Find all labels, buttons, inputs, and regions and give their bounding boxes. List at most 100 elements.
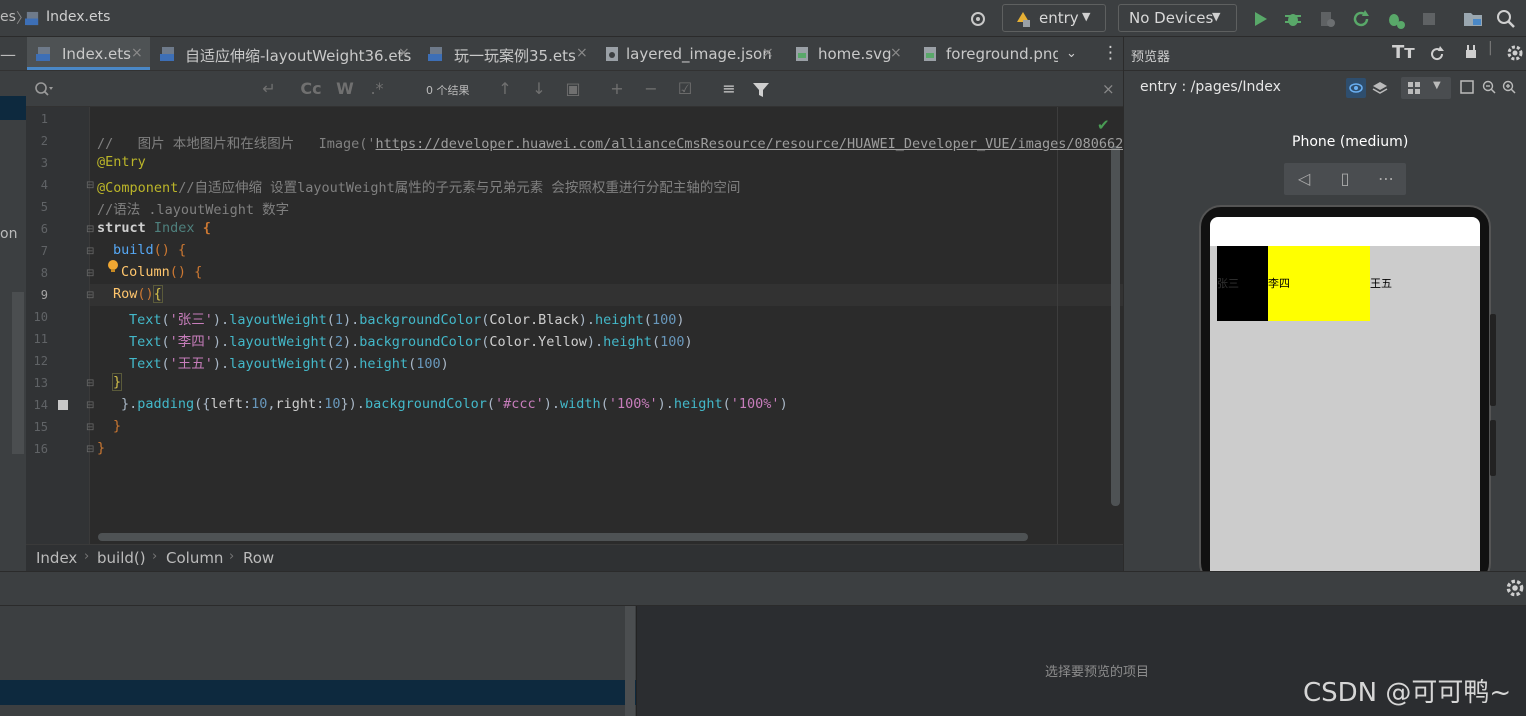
find-input[interactable] bbox=[30, 76, 292, 102]
json-file-icon bbox=[606, 47, 618, 61]
code-line-14: }.padding({left:10,right:10}).background… bbox=[121, 396, 788, 412]
tab-case35[interactable]: 玩一玩案例35.ets × bbox=[428, 37, 590, 71]
profile-icon[interactable] bbox=[1384, 8, 1406, 30]
breadcrumb-item-column[interactable]: Column bbox=[166, 549, 223, 567]
fit-screen-icon[interactable] bbox=[1460, 80, 1474, 94]
watermark: CSDN @可可鸭~ bbox=[1303, 678, 1512, 708]
gear-icon[interactable] bbox=[1506, 44, 1524, 62]
next-occurrence-icon[interactable]: ↓ bbox=[528, 78, 550, 100]
project-selected-row[interactable] bbox=[0, 96, 26, 120]
tab-foreground-png[interactable]: foreground.png bbox=[922, 37, 1058, 71]
find-results-count: 0 个结果 bbox=[426, 84, 470, 97]
tab-label: foreground.png bbox=[946, 45, 1058, 63]
filter-icon[interactable] bbox=[752, 81, 770, 99]
debug-icon[interactable] bbox=[1282, 8, 1304, 30]
close-icon[interactable]: × bbox=[1102, 80, 1115, 98]
previous-occurrence-icon[interactable]: ↑ bbox=[494, 78, 516, 100]
run-icon[interactable] bbox=[1249, 8, 1271, 30]
close-icon[interactable]: × bbox=[576, 45, 588, 61]
newline-icon[interactable]: ↵ bbox=[258, 78, 280, 100]
code-line-3: @Entry bbox=[97, 154, 146, 170]
stop-icon[interactable] bbox=[1418, 8, 1440, 30]
eye-icon bbox=[1349, 83, 1363, 93]
whole-word-toggle[interactable]: W bbox=[334, 78, 356, 100]
line-number: 16 bbox=[33, 442, 48, 456]
fold-marker-icon[interactable]: ⊟ bbox=[86, 180, 94, 191]
layers-icon[interactable] bbox=[1372, 80, 1388, 96]
remove-selection-icon[interactable]: − bbox=[640, 78, 662, 100]
ets-file-icon bbox=[25, 11, 39, 26]
select-all-occurrences-icon[interactable]: ▣ bbox=[562, 78, 584, 100]
line-number: 11 bbox=[33, 332, 48, 346]
attach-debugger-icon[interactable] bbox=[1316, 8, 1338, 30]
breadcrumb-item-row[interactable]: Row bbox=[243, 549, 274, 567]
gear-icon[interactable] bbox=[1505, 578, 1525, 598]
fold-marker-icon[interactable]: ⊟ bbox=[86, 378, 94, 389]
close-icon[interactable]: × bbox=[398, 45, 410, 61]
line-number: 1 bbox=[40, 112, 48, 126]
refresh-icon[interactable] bbox=[1428, 45, 1446, 63]
phone-side-button bbox=[1490, 420, 1496, 476]
select-all-icon[interactable]: ☑ bbox=[674, 78, 696, 100]
more-icon[interactable]: ⋮ bbox=[1102, 43, 1119, 63]
rotate-icon[interactable]: ▯ bbox=[1325, 163, 1365, 195]
plugin-icon[interactable] bbox=[1462, 44, 1480, 62]
line-number: 8 bbox=[40, 266, 48, 280]
tab-label: layered_image.json bbox=[626, 45, 772, 63]
editor-vertical-scrollbar[interactable] bbox=[1111, 146, 1120, 506]
match-case-toggle[interactable]: Cc bbox=[300, 78, 322, 100]
line-number: 12 bbox=[33, 354, 48, 368]
font-size-icon[interactable]: Tт bbox=[1392, 42, 1415, 63]
chevron-down-icon: ▼ bbox=[1433, 80, 1441, 91]
tab-label: home.svg bbox=[818, 45, 892, 63]
close-icon[interactable]: × bbox=[131, 45, 143, 61]
close-icon[interactable]: × bbox=[890, 45, 902, 61]
preview-text-zhangsan: 张三 bbox=[1217, 246, 1268, 321]
add-selection-icon[interactable]: + bbox=[606, 78, 628, 100]
code-line-9: Row(){ bbox=[113, 285, 163, 303]
bottom-selected-row[interactable] bbox=[0, 680, 636, 705]
editor-gutter bbox=[26, 107, 90, 544]
code-url[interactable]: https://developer.huawei.com/allianceCms… bbox=[376, 136, 1148, 152]
image-file-icon bbox=[924, 47, 936, 61]
search-icon[interactable] bbox=[1495, 8, 1517, 30]
breadcrumb-segment[interactable]: es bbox=[0, 9, 16, 25]
project-scrollbar[interactable] bbox=[12, 292, 24, 454]
breadcrumb-item-index[interactable]: Index bbox=[36, 549, 77, 567]
back-icon[interactable]: ◁ bbox=[1284, 163, 1324, 195]
more-icon[interactable]: ⋯ bbox=[1366, 163, 1406, 195]
fold-marker-icon[interactable]: ⊟ bbox=[86, 268, 94, 279]
tab-label: 玩一玩案例35.ets bbox=[454, 47, 576, 65]
target-icon[interactable] bbox=[968, 9, 988, 29]
code-line-15: } bbox=[113, 418, 122, 434]
reload-icon[interactable] bbox=[1350, 8, 1372, 30]
filter-options-icon[interactable]: ≡ bbox=[718, 78, 740, 100]
module-icon bbox=[1017, 12, 1030, 27]
fold-marker-icon[interactable]: ⊟ bbox=[86, 400, 94, 411]
project-structure-icon[interactable] bbox=[1462, 8, 1484, 30]
project-tree-label[interactable]: on bbox=[0, 226, 17, 242]
editor-horizontal-scrollbar[interactable] bbox=[98, 533, 1028, 541]
zoom-in-icon[interactable] bbox=[1502, 80, 1516, 94]
chevron-down-icon[interactable]: ⌄ bbox=[1066, 46, 1077, 61]
zoom-out-icon[interactable] bbox=[1482, 80, 1496, 94]
tab-home-svg[interactable]: home.svg × bbox=[794, 37, 906, 71]
lightbulb-icon[interactable] bbox=[106, 259, 120, 273]
fold-marker-icon[interactable]: ⊟ bbox=[86, 246, 94, 257]
fold-marker-icon[interactable]: ⊟ bbox=[86, 224, 94, 235]
bottom-splitter[interactable] bbox=[625, 606, 635, 716]
close-icon[interactable]: × bbox=[762, 45, 774, 61]
fold-marker-icon[interactable]: ⊟ bbox=[86, 422, 94, 433]
bookmark-icon[interactable] bbox=[58, 400, 68, 410]
fold-marker-icon[interactable]: ⊟ bbox=[86, 444, 94, 455]
tab-index-ets[interactable]: Index.ets × bbox=[36, 37, 150, 71]
preview-text-wangwu: 王五 bbox=[1370, 246, 1472, 321]
code-line-12: Text('王五').layoutWeight(2).height(100) bbox=[129, 356, 449, 372]
tab-layered-image-json[interactable]: layered_image.json × bbox=[604, 37, 778, 71]
fold-marker-icon[interactable]: ⊟ bbox=[86, 290, 94, 301]
regex-toggle[interactable]: .* bbox=[366, 78, 388, 100]
breadcrumb-item-build[interactable]: build() bbox=[97, 549, 146, 567]
minimize-icon[interactable]: — bbox=[0, 45, 16, 64]
breadcrumb-file[interactable]: Index.ets bbox=[46, 9, 110, 25]
tab-layoutweight36[interactable]: 自适应伸缩-layoutWeight36.ets × bbox=[160, 37, 412, 71]
